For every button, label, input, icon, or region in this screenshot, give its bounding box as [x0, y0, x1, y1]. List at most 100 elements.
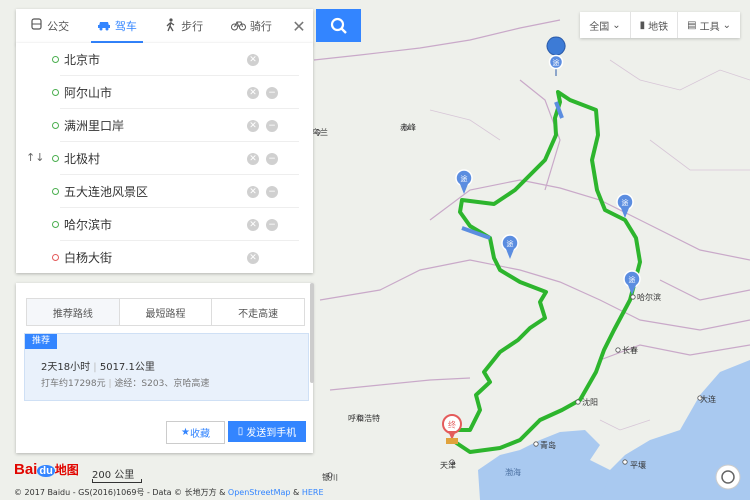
tab-bus[interactable]: 公交	[16, 9, 83, 43]
remove-stop-icon[interactable]: ✕	[247, 119, 259, 132]
map-label-bohai: 渤海	[505, 467, 521, 477]
minus-stop-icon[interactable]: −	[266, 185, 278, 198]
tab-car[interactable]: 驾车	[83, 9, 150, 43]
map-label-pingrang: 平壤	[630, 460, 646, 470]
waypoint-dot-icon	[52, 188, 59, 195]
city-selector[interactable]: 全国 ⌄	[580, 12, 629, 38]
car-icon	[97, 18, 111, 34]
subway-icon: ▮	[639, 19, 646, 31]
remove-stop-icon[interactable]: ✕	[247, 251, 259, 264]
osm-link[interactable]: OpenStreetMap	[228, 488, 291, 497]
map-label-dalian: 大连	[700, 394, 716, 404]
send-label: 发送到手机	[246, 428, 297, 439]
toolbox-icon: ▤	[687, 19, 697, 31]
stop-label: 北京市	[64, 53, 101, 67]
subway-button[interactable]: ▮ 地铁	[629, 12, 678, 38]
route-extra: 打车约17298元 | 途经：S203、京哈高速	[41, 379, 210, 389]
tab-no-highway[interactable]: 不走高速	[211, 299, 304, 325]
map-label-yinchuan: 银川	[322, 472, 338, 482]
search-icon	[330, 17, 347, 34]
tools-label: 工具	[699, 21, 720, 33]
remove-stop-icon[interactable]: ✕	[247, 185, 259, 198]
minus-stop-icon[interactable]: −	[266, 152, 278, 165]
route-summary: 2天18小时 | 5017.1公里	[41, 362, 155, 373]
map-label-hohhot: 呼和浩特	[348, 413, 380, 423]
stop-label: 白杨大街	[64, 251, 113, 265]
remove-stop-icon[interactable]: ✕	[247, 53, 259, 66]
map-label-qingdao: 青岛	[540, 440, 556, 450]
tab-bus-label: 公交	[47, 20, 70, 33]
close-icon[interactable]: ✕	[285, 9, 313, 43]
map-label-harbin: 哈尔滨	[637, 292, 661, 302]
minus-stop-icon[interactable]: −	[266, 218, 278, 231]
tab-car-label: 驾车	[114, 20, 137, 33]
minus-stop-icon[interactable]: −	[266, 86, 278, 99]
here-link[interactable]: HERE	[302, 488, 324, 497]
stop-item[interactable]: 北京市 ✕	[16, 43, 313, 76]
stop-item[interactable]: 北极村 ✕ −	[16, 142, 313, 175]
svg-text:途: 途	[507, 239, 514, 248]
subway-label: 地铁	[648, 21, 669, 33]
svg-text:终: 终	[448, 420, 456, 430]
bus-icon	[30, 18, 43, 34]
stop-label: 哈尔滨市	[64, 218, 113, 232]
search-button[interactable]	[316, 9, 361, 42]
waypoint-dot-icon	[52, 155, 59, 162]
tab-shortest[interactable]: 最短路程	[118, 299, 212, 325]
scrollbar[interactable]	[310, 283, 314, 383]
route-card[interactable]: 推荐 2天18小时 | 5017.1公里 打车约17298元 | 途经：S203…	[24, 333, 309, 401]
map-label-shenyang: 沈阳	[582, 397, 598, 407]
star-icon: ★	[181, 427, 190, 438]
tab-walk-label: 步行	[181, 20, 204, 33]
route-results: 推荐路线 最短路程 不走高速 推荐 2天18小时 | 5017.1公里 打车约1…	[16, 283, 313, 453]
map-label-wulan: 乌兰	[312, 127, 328, 137]
favorite-button[interactable]: ★ 收藏	[166, 421, 225, 444]
remove-stop-icon[interactable]: ✕	[247, 86, 259, 99]
phone-icon: ▯	[237, 426, 244, 437]
tools-button[interactable]: ▤ 工具 ⌄	[677, 12, 740, 38]
taxi-fare: 打车约17298元	[41, 379, 106, 389]
chevron-down-icon: ⌄	[612, 19, 621, 31]
swap-icon[interactable]: ↑↓	[26, 151, 44, 164]
route-distance: 5017.1公里	[99, 362, 155, 373]
map-label-tianjin: 天津	[440, 460, 456, 470]
zoom-control	[715, 464, 741, 490]
tab-bike[interactable]: 骑行	[218, 9, 285, 43]
map-label-changchun: 长春	[622, 345, 638, 355]
favorite-label: 收藏	[189, 429, 210, 440]
stop-item[interactable]: 白杨大街 ✕	[16, 241, 313, 274]
tab-recommended[interactable]: 推荐路线	[27, 299, 119, 325]
end-dot-icon	[52, 254, 59, 261]
transport-mode-bar: 公交 驾车 步行 骑行 ✕	[16, 9, 313, 44]
tab-walk[interactable]: 步行	[151, 9, 218, 43]
remove-stop-icon[interactable]: ✕	[247, 218, 259, 231]
waypoint-dot-icon	[52, 221, 59, 228]
waypoint-dot-icon	[52, 89, 59, 96]
recommended-badge: 推荐	[25, 334, 58, 349]
tab-bike-label: 骑行	[249, 20, 272, 33]
svg-text:途: 途	[553, 58, 560, 67]
scale-bar	[92, 479, 142, 483]
stop-item[interactable]: 五大连池风景区 ✕ −	[16, 175, 313, 208]
stop-label: 满洲里口岸	[64, 119, 125, 133]
chevron-down-icon: ⌄	[722, 19, 731, 31]
stop-item[interactable]: 哈尔滨市 ✕ −	[16, 208, 313, 241]
route-tabs: 推荐路线 最短路程 不走高速	[26, 298, 305, 326]
svg-text:途: 途	[461, 174, 468, 183]
stop-item[interactable]: 阿尔山市 ✕ −	[16, 76, 313, 109]
stop-label: 五大连池风景区	[64, 185, 149, 199]
route-duration: 2天18小时	[41, 362, 91, 373]
stop-label: 北极村	[64, 152, 101, 166]
svg-text:途: 途	[629, 275, 636, 284]
minus-stop-icon[interactable]: −	[266, 119, 278, 132]
send-to-phone-button[interactable]: ▯ 发送到手机	[228, 421, 306, 442]
map-label-chifeng: 赤峰	[400, 122, 416, 132]
stops-list: 北京市 ✕ 阿尔山市 ✕ − 满洲里口岸 ✕ − 北极村 ✕ − 五大连池风景区…	[16, 43, 313, 273]
copyright: © 2017 Baidu - GS(2016)1069号 - Data © 长地…	[14, 488, 324, 497]
waypoint-dot-icon	[52, 122, 59, 129]
baidu-logo: Bai du 地图	[14, 461, 79, 478]
walk-icon	[165, 17, 177, 35]
remove-stop-icon[interactable]: ✕	[247, 152, 259, 165]
svg-text:途: 途	[622, 198, 629, 207]
stop-item[interactable]: 满洲里口岸 ✕ −	[16, 109, 313, 142]
